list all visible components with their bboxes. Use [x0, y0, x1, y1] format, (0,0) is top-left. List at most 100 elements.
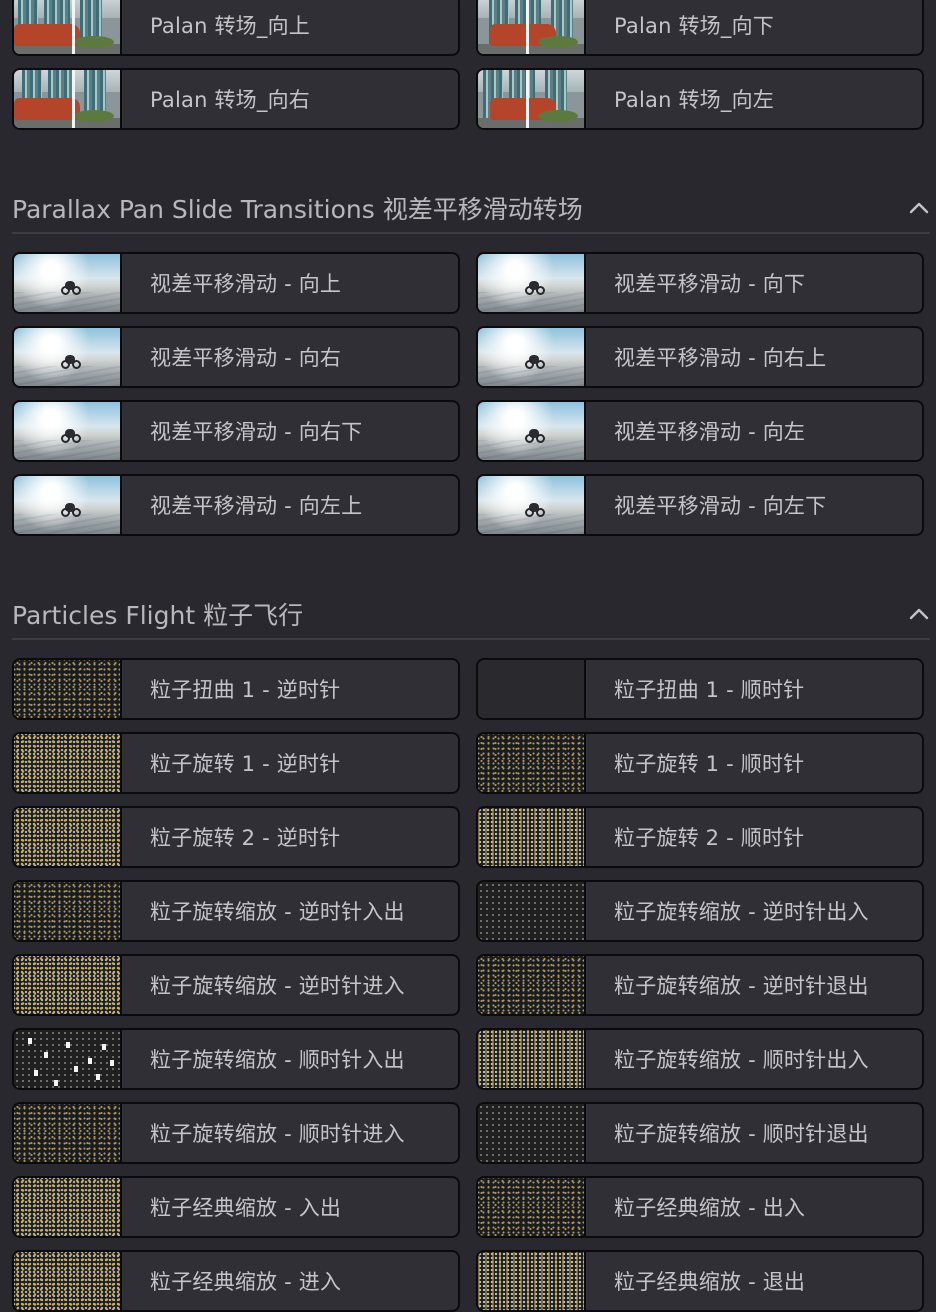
transition-item[interactable]: 视差平移滑动 - 向右: [12, 326, 460, 388]
thumbnail-sand: [14, 514, 120, 534]
thumbnail-sand: [14, 366, 120, 386]
transition-label: 粒子旋转缩放 - 顺时针出入: [614, 1048, 869, 1072]
transition-label: 视差平移滑动 - 向左下: [614, 494, 827, 518]
thumbnail-image: [14, 1252, 122, 1310]
transition-item[interactable]: 视差平移滑动 - 向下: [476, 252, 924, 314]
transition-label: 视差平移滑动 - 向左: [614, 420, 806, 444]
transition-item[interactable]: 视差平移滑动 - 向右上: [476, 326, 924, 388]
thumbnail-image: [478, 1252, 586, 1310]
thumbnail-image: [478, 328, 586, 386]
transition-item[interactable]: 粒子扭曲 1 - 逆时针: [12, 658, 460, 720]
transition-label: 视差平移滑动 - 向上: [150, 272, 342, 296]
transition-label: 粒子旋转缩放 - 顺时针退出: [614, 1122, 869, 1146]
transition-label: 粒子经典缩放 - 入出: [150, 1196, 342, 1220]
transition-item[interactable]: 粒子旋转缩放 - 顺时针退出: [476, 1102, 924, 1164]
thumbnail-image: [14, 734, 122, 792]
transition-label: 视差平移滑动 - 向右上: [614, 346, 827, 370]
transition-item[interactable]: 粒子旋转缩放 - 顺时针出入: [476, 1028, 924, 1090]
transition-label: 视差平移滑动 - 向左上: [150, 494, 363, 518]
thumbnail-image: [14, 1104, 122, 1162]
transition-item[interactable]: 视差平移滑动 - 向左上: [12, 474, 460, 536]
transition-item[interactable]: 粒子经典缩放 - 退出: [476, 1250, 924, 1312]
transition-item[interactable]: 粒子旋转 1 - 逆时针: [12, 732, 460, 794]
thumbnail-particle: [54, 1080, 58, 1086]
thumbnail-image: [478, 70, 586, 128]
thumbnail-divider: [526, 70, 529, 128]
thumbnail-image: [14, 1030, 122, 1088]
transition-item[interactable]: 视差平移滑动 - 向右下: [12, 400, 460, 462]
thumbnail-plants: [74, 36, 114, 48]
transition-item[interactable]: 粒子旋转缩放 - 逆时针退出: [476, 954, 924, 1016]
thumbnail-particle: [102, 1044, 106, 1050]
thumbnail-image: [14, 0, 122, 54]
transition-label: 视差平移滑动 - 向右: [150, 346, 342, 370]
transition-item[interactable]: 粒子旋转缩放 - 逆时针出入: [476, 880, 924, 942]
transition-label: 视差平移滑动 - 向右下: [150, 420, 363, 444]
transition-item[interactable]: 粒子旋转缩放 - 顺时针进入: [12, 1102, 460, 1164]
transition-item[interactable]: 视差平移滑动 - 向左: [476, 400, 924, 462]
thumbnail-image: [478, 1178, 586, 1236]
thumbnail-image: [478, 956, 586, 1014]
thumbnail-sand: [478, 440, 584, 460]
thumbnail-image: [14, 328, 122, 386]
transition-item[interactable]: 粒子旋转缩放 - 顺时针入出: [12, 1028, 460, 1090]
transition-label: 粒子扭曲 1 - 逆时针: [150, 678, 341, 702]
thumbnail-sand: [14, 292, 120, 312]
thumbnail-image: [478, 734, 586, 792]
thumbnail-image: [14, 882, 122, 940]
thumbnail-plants: [538, 36, 578, 48]
transition-label: 粒子旋转缩放 - 顺时针入出: [150, 1048, 405, 1072]
thumbnail-particle: [74, 1066, 78, 1072]
thumbnail-sand: [478, 366, 584, 386]
section-divider: [12, 638, 930, 640]
transition-item[interactable]: 粒子旋转 2 - 顺时针: [476, 806, 924, 868]
transition-label: 粒子旋转 2 - 顺时针: [614, 826, 805, 850]
section-title: Particles Flight 粒子飞行: [12, 601, 304, 630]
thumbnail-divider: [72, 70, 75, 128]
thumbnail-image: [478, 402, 586, 460]
thumbnail-particle: [88, 1058, 92, 1064]
thumbnail-image: [478, 882, 586, 940]
thumbnail-car: [14, 23, 80, 46]
thumbnail-divider: [526, 0, 529, 54]
thumbnail-image: [478, 476, 586, 534]
transition-label: 粒子经典缩放 - 退出: [614, 1270, 806, 1294]
transition-label: 粒子经典缩放 - 进入: [150, 1270, 342, 1294]
thumbnail-image: [14, 1178, 122, 1236]
transition-item[interactable]: 粒子旋转 2 - 逆时针: [12, 806, 460, 868]
thumbnail-particle: [66, 1042, 70, 1048]
thumbnail-image: [14, 476, 122, 534]
transition-label: 粒子旋转 1 - 顺时针: [614, 752, 805, 776]
transition-label: 粒子旋转缩放 - 顺时针进入: [150, 1122, 405, 1146]
transition-item[interactable]: 粒子扭曲 1 - 顺时针: [476, 658, 924, 720]
chevron-up-icon[interactable]: [906, 198, 932, 218]
transition-label: Palan 转场_向上: [150, 14, 310, 38]
transition-label: 粒子旋转缩放 - 逆时针进入: [150, 974, 405, 998]
thumbnail-divider: [72, 0, 75, 54]
thumbnail-particle: [44, 1052, 48, 1058]
transition-item[interactable]: 粒子旋转缩放 - 逆时针入出: [12, 880, 460, 942]
thumbnail-particle: [28, 1038, 32, 1044]
transition-item[interactable]: 粒子经典缩放 - 进入: [12, 1250, 460, 1312]
transition-item[interactable]: 粒子经典缩放 - 入出: [12, 1176, 460, 1238]
transition-item[interactable]: 粒子旋转缩放 - 逆时针进入: [12, 954, 460, 1016]
transition-label: 粒子扭曲 1 - 顺时针: [614, 678, 805, 702]
transition-item[interactable]: Palan 转场_向下: [476, 0, 924, 56]
chevron-up-icon[interactable]: [906, 604, 932, 624]
transition-item[interactable]: 粒子经典缩放 - 出入: [476, 1176, 924, 1238]
thumbnail-image: [478, 660, 586, 718]
transition-item[interactable]: Palan 转场_向左: [476, 68, 924, 130]
thumbnail-image: [14, 402, 122, 460]
thumbnail-particle: [110, 1060, 114, 1066]
transition-item[interactable]: 粒子旋转 1 - 顺时针: [476, 732, 924, 794]
thumbnail-plants: [538, 110, 578, 122]
transition-item[interactable]: 视差平移滑动 - 向上: [12, 252, 460, 314]
transition-item[interactable]: 视差平移滑动 - 向左下: [476, 474, 924, 536]
thumbnail-image: [14, 956, 122, 1014]
transition-label: 视差平移滑动 - 向下: [614, 272, 806, 296]
thumbnail-image: [478, 1030, 586, 1088]
transition-item[interactable]: Palan 转场_向上: [12, 0, 460, 56]
thumbnail-sand: [14, 440, 120, 460]
thumbnail-image: [478, 254, 586, 312]
transition-item[interactable]: Palan 转场_向右: [12, 68, 460, 130]
